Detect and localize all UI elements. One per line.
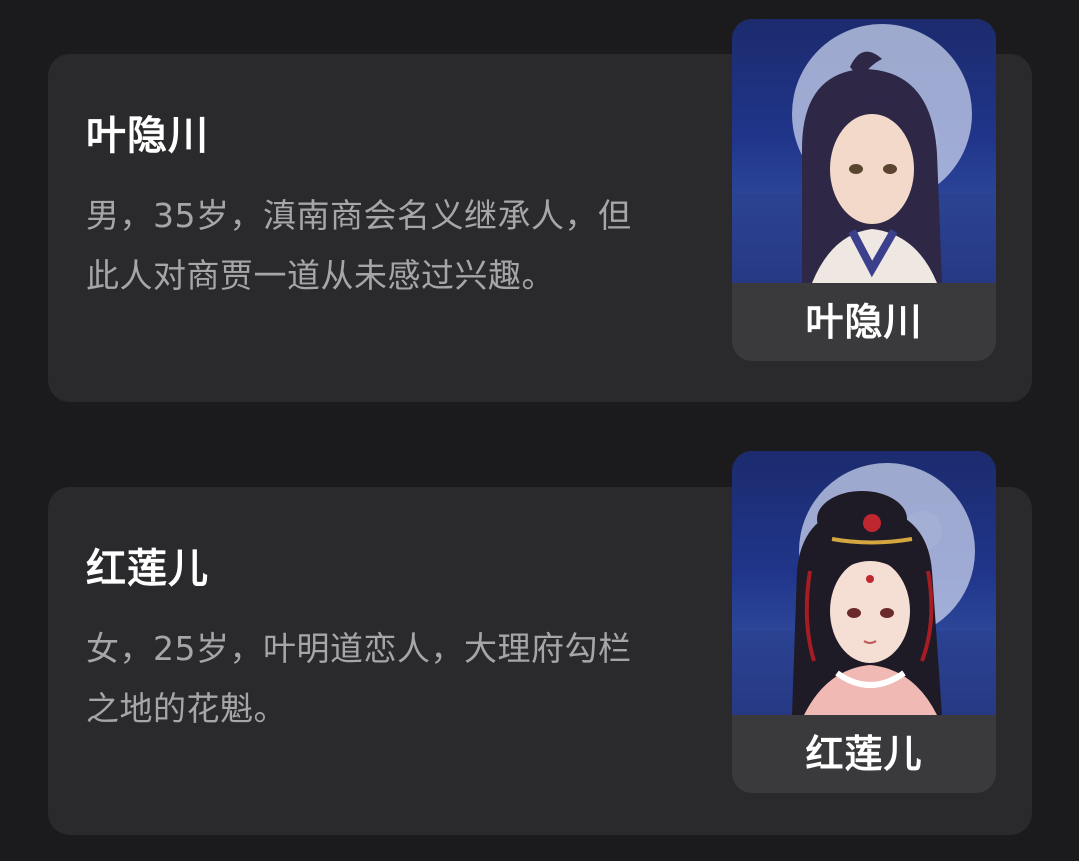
hair-jewel — [863, 514, 881, 532]
character-name: 叶隐川 — [86, 113, 209, 159]
avatar-name-label: 叶隐川 — [805, 300, 923, 344]
character-description: 男，35岁，滇南商会名义继承人，但 此人对商贾一道从未感过兴趣。 — [86, 186, 710, 306]
character-avatar-card[interactable]: 红莲儿 — [732, 451, 996, 793]
face — [830, 114, 914, 224]
portrait-illustration — [732, 24, 996, 283]
hair-bun — [817, 491, 907, 547]
description-line: 男，35岁，滇南商会名义继承人，但 — [86, 196, 632, 235]
description-line: 之地的花魁。 — [86, 689, 287, 728]
character-info: 叶隐川 男，35岁，滇南商会名义继承人，但 此人对商贾一道从未感过兴趣。 — [86, 112, 710, 306]
description-line: 女，25岁，叶明道恋人，大理府勾栏 — [86, 629, 632, 668]
character-description: 女，25岁，叶明道恋人，大理府勾栏 之地的花魁。 — [86, 619, 710, 739]
avatar-name-label: 红莲儿 — [805, 732, 923, 776]
eye — [849, 164, 863, 174]
portrait-illustration — [732, 463, 996, 715]
description-line: 此人对商贾一道从未感过兴趣。 — [86, 256, 555, 295]
forehead-mark — [866, 575, 874, 583]
eye — [847, 608, 861, 618]
character-portrait — [732, 451, 996, 715]
character-portrait — [732, 19, 996, 283]
character-list: 叶隐川 男，35岁，滇南商会名义继承人，但 此人对商贾一道从未感过兴趣。 叶隐川… — [0, 0, 1079, 861]
face — [830, 559, 910, 663]
character-avatar-card[interactable]: 叶隐川 — [732, 19, 996, 361]
character-info: 红莲儿 女，25岁，叶明道恋人，大理府勾栏 之地的花魁。 — [86, 545, 710, 739]
character-name: 红莲儿 — [86, 546, 209, 592]
eye — [880, 608, 894, 618]
eye — [883, 164, 897, 174]
